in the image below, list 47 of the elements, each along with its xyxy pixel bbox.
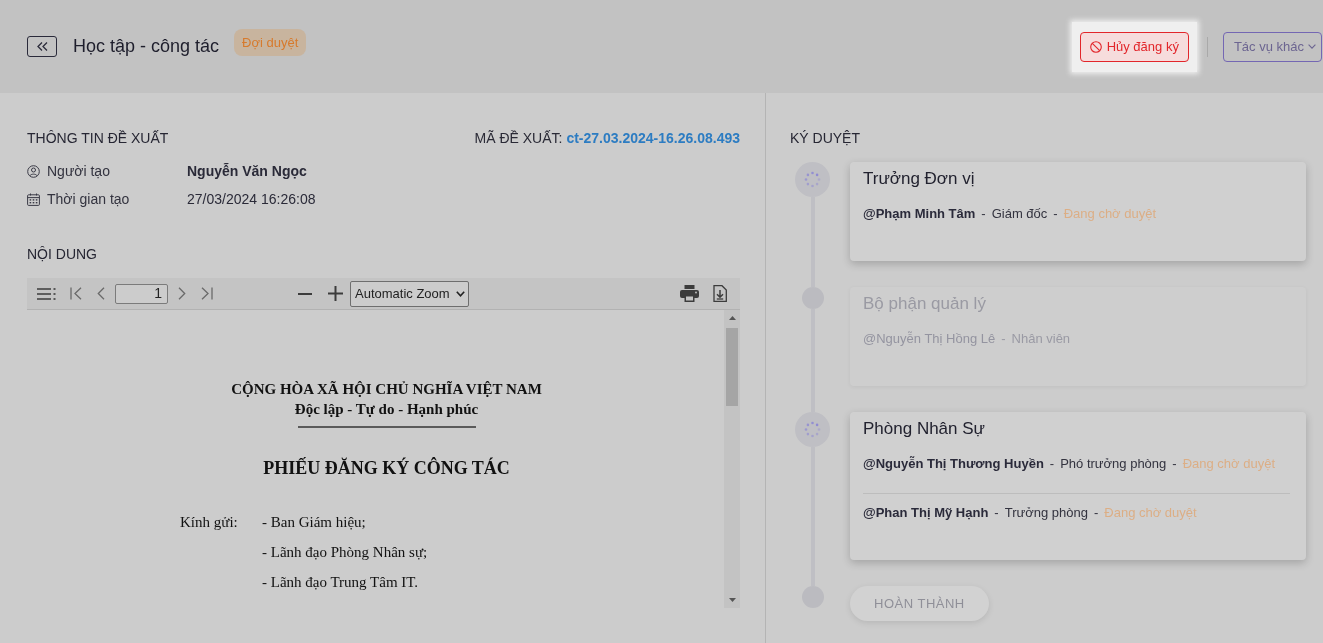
chevron-down-icon — [1308, 44, 1316, 49]
approver-line: @Nguyễn Thị Thương Huyền - Phó trưởng phòng - Đang chờ duyệt — [863, 455, 1276, 473]
chevron-down-icon — [456, 290, 465, 297]
addressee-label: Kính gửi: — [180, 513, 239, 532]
last-page-icon[interactable] — [199, 287, 213, 300]
first-page-icon[interactable] — [70, 287, 84, 300]
finish-label: HOÀN THÀNH — [850, 586, 989, 621]
field-label: Thời gian tạo — [47, 189, 131, 209]
scrollbar-track[interactable] — [724, 310, 740, 608]
document-motto: Độc lập - Tự do - Hạnh phúc — [294, 400, 479, 419]
chevron-right-icon[interactable] — [178, 287, 186, 300]
double-chevron-left-icon — [36, 42, 48, 51]
scroll-up-icon[interactable] — [728, 316, 736, 320]
field-label: Người tạo — [47, 161, 111, 181]
field-value: 27/03/2024 16:26:08 — [187, 189, 316, 209]
recipient-line: - Lãnh đạo Phòng Nhân sự; — [262, 543, 428, 562]
zoom-select[interactable]: Automatic Zoom — [350, 280, 469, 307]
section-heading: KÝ DUYỆT — [790, 129, 861, 148]
field-value: Nguyễn Văn Ngọc — [187, 161, 307, 181]
code-value: ct-27.03.2024-16.26.08.493 — [566, 128, 740, 148]
step-title: Trưởng Đơn vị — [863, 168, 976, 190]
section-heading: NỘI DUNG — [27, 245, 98, 264]
chevron-left-icon[interactable] — [97, 287, 105, 300]
page-number-field[interactable]: 1 — [115, 283, 168, 304]
scrollbar-thumb[interactable] — [726, 328, 738, 406]
status-badge: Đợi duyệt — [234, 28, 307, 56]
recipient-line: - Lãnh đạo Trung Tâm IT. — [262, 573, 420, 592]
list-icon[interactable] — [37, 287, 57, 300]
user-circle-icon — [27, 164, 40, 178]
code-label: MÃ ĐỀ XUẤT: — [474, 128, 563, 148]
scroll-down-icon[interactable] — [728, 598, 736, 602]
cancel-button[interactable]: Hủy đăng ký — [1079, 31, 1189, 62]
approver-line: @Phạm Minh Tâm - Giám đốc - Đang chờ duyệt — [863, 205, 1158, 223]
document-heading: CỘNG HÒA XÃ HỘI CHỦ NGHĨA VIỆT NAM — [231, 380, 542, 399]
approver-line: @Phan Thị Mỹ Hạnh - Trưởng phòng - Đang chờ duyệt — [863, 493, 1290, 523]
section-heading: THÔNG TIN ĐỀ XUẤT — [27, 128, 169, 148]
back-button[interactable] — [27, 36, 57, 57]
step-title: Phòng Nhân Sự — [863, 418, 986, 440]
recipient-line: - Ban Giám hiệu; — [262, 513, 367, 532]
printer-icon[interactable] — [680, 285, 699, 302]
page-title: Học tập - công tác — [73, 35, 220, 58]
calendar-icon — [27, 192, 40, 206]
ban-icon — [1089, 40, 1102, 53]
plus-icon[interactable] — [328, 286, 343, 301]
file-download-icon[interactable] — [713, 285, 727, 302]
minus-icon[interactable] — [298, 292, 312, 295]
document-title: PHIẾU ĐĂNG KÝ CÔNG TÁC — [263, 456, 510, 480]
